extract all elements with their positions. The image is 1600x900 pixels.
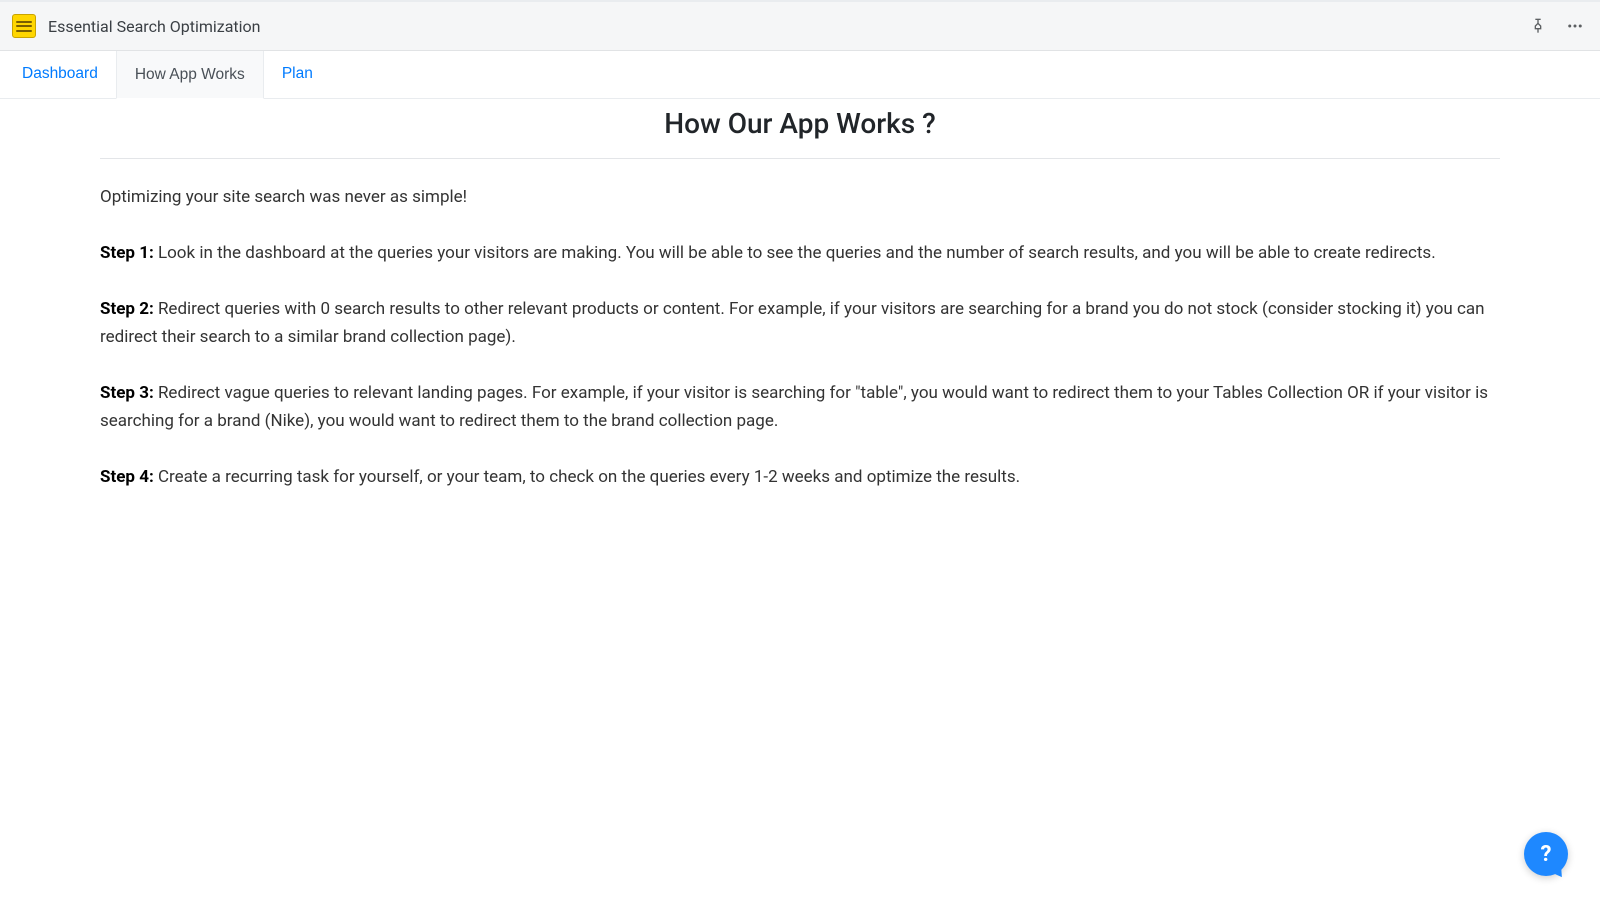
- main-content: How Our App Works ? Optimizing your site…: [0, 107, 1600, 491]
- tab-dashboard[interactable]: Dashboard: [4, 51, 116, 98]
- pin-icon: [1530, 18, 1546, 34]
- page-title: How Our App Works ?: [100, 107, 1500, 140]
- step-2: Step 2: Redirect queries with 0 search r…: [100, 295, 1500, 351]
- step-1: Step 1: Look in the dashboard at the que…: [100, 239, 1500, 267]
- header-right: [1530, 17, 1584, 35]
- app-header: Essential Search Optimization: [0, 2, 1600, 51]
- more-actions-button[interactable]: [1566, 17, 1584, 35]
- heading-divider: [100, 158, 1500, 159]
- intro-text: Optimizing your site search was never as…: [100, 187, 1500, 207]
- more-horizontal-icon: [1566, 17, 1584, 35]
- step-4-text: Create a recurring task for yourself, or…: [154, 467, 1020, 487]
- step-2-text: Redirect queries with 0 search results t…: [100, 299, 1485, 347]
- step-3: Step 3: Redirect vague queries to releva…: [100, 379, 1500, 435]
- app-logo-icon: [12, 14, 36, 38]
- step-1-label: Step 1:: [100, 243, 154, 263]
- step-3-label: Step 3:: [100, 383, 154, 403]
- tab-how-app-works[interactable]: How App Works: [116, 51, 264, 99]
- pin-button[interactable]: [1530, 18, 1546, 34]
- step-3-text: Redirect vague queries to relevant landi…: [100, 383, 1488, 431]
- app-title: Essential Search Optimization: [48, 17, 261, 36]
- help-chat-button[interactable]: ?: [1524, 832, 1568, 876]
- tab-bar: Dashboard How App Works Plan: [0, 51, 1600, 99]
- step-1-text: Look in the dashboard at the queries you…: [154, 243, 1436, 263]
- header-left: Essential Search Optimization: [12, 14, 261, 38]
- help-icon: ?: [1541, 842, 1552, 867]
- step-4: Step 4: Create a recurring task for your…: [100, 463, 1500, 491]
- step-2-label: Step 2:: [100, 299, 154, 319]
- tab-plan[interactable]: Plan: [264, 51, 331, 98]
- step-4-label: Step 4:: [100, 467, 154, 487]
